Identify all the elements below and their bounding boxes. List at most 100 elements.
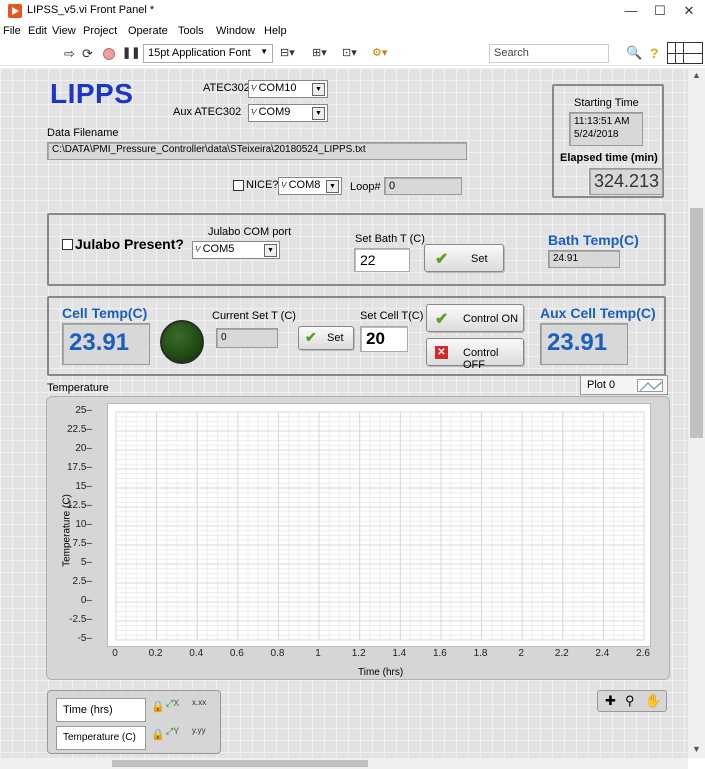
checkmark-icon: ✔ (435, 311, 449, 328)
loop-value: 0 (389, 180, 396, 192)
visa-icon: ⅟ (251, 84, 256, 93)
x-tick-label: 2 (518, 648, 524, 659)
reorder-icon[interactable]: ⚙▾ (372, 46, 387, 59)
x-tick-label: 0.8 (270, 648, 285, 659)
minimize-button[interactable]: — (617, 2, 645, 20)
vertical-scroll-thumb[interactable] (690, 208, 703, 438)
nice-checkbox[interactable] (233, 180, 244, 191)
menu-project[interactable]: Project (83, 25, 117, 37)
horizontal-scroll-thumb[interactable] (112, 760, 368, 767)
font-selector[interactable]: 15pt Application Font ▼ (143, 44, 273, 63)
abort-icon[interactable] (103, 48, 115, 60)
checkmark-icon: ✔ (305, 329, 317, 345)
data-filename-value: C:\DATA\PMI_Pressure_Controller\data\STe… (52, 144, 366, 155)
data-filename-field[interactable]: C:\DATA\PMI_Pressure_Controller\data\STe… (47, 142, 467, 160)
y-tick-label: 17.5– (66, 462, 92, 473)
resize-objects-icon[interactable]: ⊡▾ (342, 46, 357, 59)
x-autoscale-icon[interactable]: ⤢X (166, 698, 179, 709)
julabo-com-select[interactable]: ⅟ COM5 ▼ (192, 241, 280, 259)
bath-temp-value: 24.91 (553, 253, 579, 264)
chevron-down-icon: ▼ (260, 47, 268, 56)
y-tick-label: 22.5– (66, 424, 92, 435)
x-axis-ticks: 0 0.2 0.4 0.6 0.8 1 1.2 1.4 1.6 1.8 2 2.2 2.4 2.6 (92, 648, 672, 664)
x-scale-name[interactable]: Time (hrs) (56, 698, 146, 722)
menu-edit[interactable]: Edit (28, 25, 47, 37)
search-input[interactable]: Search (489, 44, 609, 63)
align-objects-icon[interactable]: ⊟▾ (280, 46, 295, 59)
set-bath-button[interactable]: ✔ Set (424, 244, 504, 272)
plot-legend-label: Plot 0 (587, 379, 616, 391)
distribute-objects-icon[interactable]: ⊞▾ (312, 46, 327, 59)
x-tick-label: 2.2 (554, 648, 569, 659)
bath-temp-label: Bath Temp(C) (548, 232, 639, 248)
nice-port-select[interactable]: ⅟ COM8 ▼ (278, 177, 342, 195)
julabo-present-checkbox[interactable] (62, 239, 73, 250)
lock-icon[interactable]: 🔒 (151, 700, 165, 713)
menu-view[interactable]: View (52, 25, 76, 37)
visa-icon: ⅟ (251, 108, 256, 117)
run-continuously-icon[interactable]: ⟳ (82, 46, 93, 62)
julabo-present-label: Julabo Present? (75, 236, 184, 252)
set-cell-button[interactable]: ✔ Set (298, 326, 354, 350)
current-set-t-value: 0 (221, 332, 227, 343)
checkmark-icon: ✔ (435, 251, 449, 268)
x-tick-label: 2.4 (595, 648, 610, 659)
menu-operate[interactable]: Operate (128, 25, 168, 37)
menu-tools[interactable]: Tools (178, 25, 204, 37)
start-date-value: 5/24/2018 (574, 129, 619, 140)
pause-icon[interactable]: ❚❚ (122, 46, 140, 59)
start-time-value: 11:13:51 AM (574, 116, 630, 127)
x-tick-label: 1.4 (392, 648, 407, 659)
set-cell-t-value: 20 (366, 329, 385, 348)
cell-temp-value: 23.91 (69, 329, 130, 356)
chevron-down-icon: ▼ (264, 244, 277, 257)
plot-legend[interactable]: Plot 0 (580, 375, 668, 395)
data-filename-label: Data Filename (47, 127, 119, 139)
lock-icon[interactable]: 🔒 (151, 728, 165, 741)
visa-icon: ⅟ (195, 245, 200, 254)
x-tick-label: 1.8 (473, 648, 488, 659)
search-icon[interactable]: 🔍 (626, 45, 642, 61)
scroll-down-icon[interactable]: ▼ (692, 744, 701, 754)
connector-pane-icon[interactable] (667, 42, 703, 64)
visa-icon: ⅟ (281, 181, 286, 190)
starting-time-label: Starting Time (574, 97, 639, 109)
julabo-com-value: COM5 (202, 243, 235, 255)
red-x-icon: ✕ (435, 346, 448, 359)
pan-hand-icon[interactable]: ✋ (645, 693, 661, 709)
atec302-port-select[interactable]: ⅟ COM10 ▼ (248, 80, 328, 98)
atec302-port-value: COM10 (258, 82, 297, 94)
x-format-icon[interactable]: x.xx (192, 698, 206, 707)
x-tick-label: 0 (112, 648, 118, 659)
y-scale-name[interactable]: Temperature (C) (56, 726, 146, 750)
y-format-icon[interactable]: y.yy (192, 726, 206, 735)
plot-area[interactable] (107, 403, 651, 647)
control-on-button[interactable]: ✔ Control ON (426, 304, 524, 332)
loop-indicator: 0 (384, 177, 462, 195)
aux-atec302-port-select[interactable]: ⅟ COM9 ▼ (248, 104, 328, 122)
loop-label: Loop# (350, 181, 381, 193)
set-bath-button-label: Set (471, 253, 488, 265)
x-tick-label: 0.4 (189, 648, 204, 659)
nice-port-value: COM8 (288, 179, 321, 191)
elapsed-time-label: Elapsed time (min) (560, 152, 658, 164)
set-cell-t-input[interactable]: 20 (360, 326, 408, 352)
y-autoscale-icon[interactable]: ⤢Y (166, 726, 179, 737)
menu-file[interactable]: File (3, 25, 21, 37)
maximize-button[interactable]: ☐ (646, 2, 674, 20)
control-status-led (160, 320, 204, 364)
close-button[interactable]: ✕ (675, 2, 703, 20)
set-bath-input[interactable]: 22 (354, 248, 410, 272)
help-icon[interactable]: ? (650, 45, 659, 61)
menu-window[interactable]: Window (216, 25, 255, 37)
menu-help[interactable]: Help (264, 25, 287, 37)
zoom-icon[interactable]: ⚲ (625, 693, 635, 709)
scroll-up-icon[interactable]: ▲ (692, 70, 701, 80)
current-set-t-label: Current Set T (C) (212, 310, 296, 322)
aux-cell-temp-value: 23.91 (547, 329, 608, 356)
set-bath-value: 22 (360, 252, 376, 268)
run-arrow-icon[interactable]: ⇨ (64, 46, 75, 62)
x-tick-label: 2.6 (636, 648, 650, 659)
control-off-button[interactable]: ✕ Control OFF (426, 338, 524, 371)
cursor-crosshair-icon[interactable]: ✚ (605, 693, 616, 709)
